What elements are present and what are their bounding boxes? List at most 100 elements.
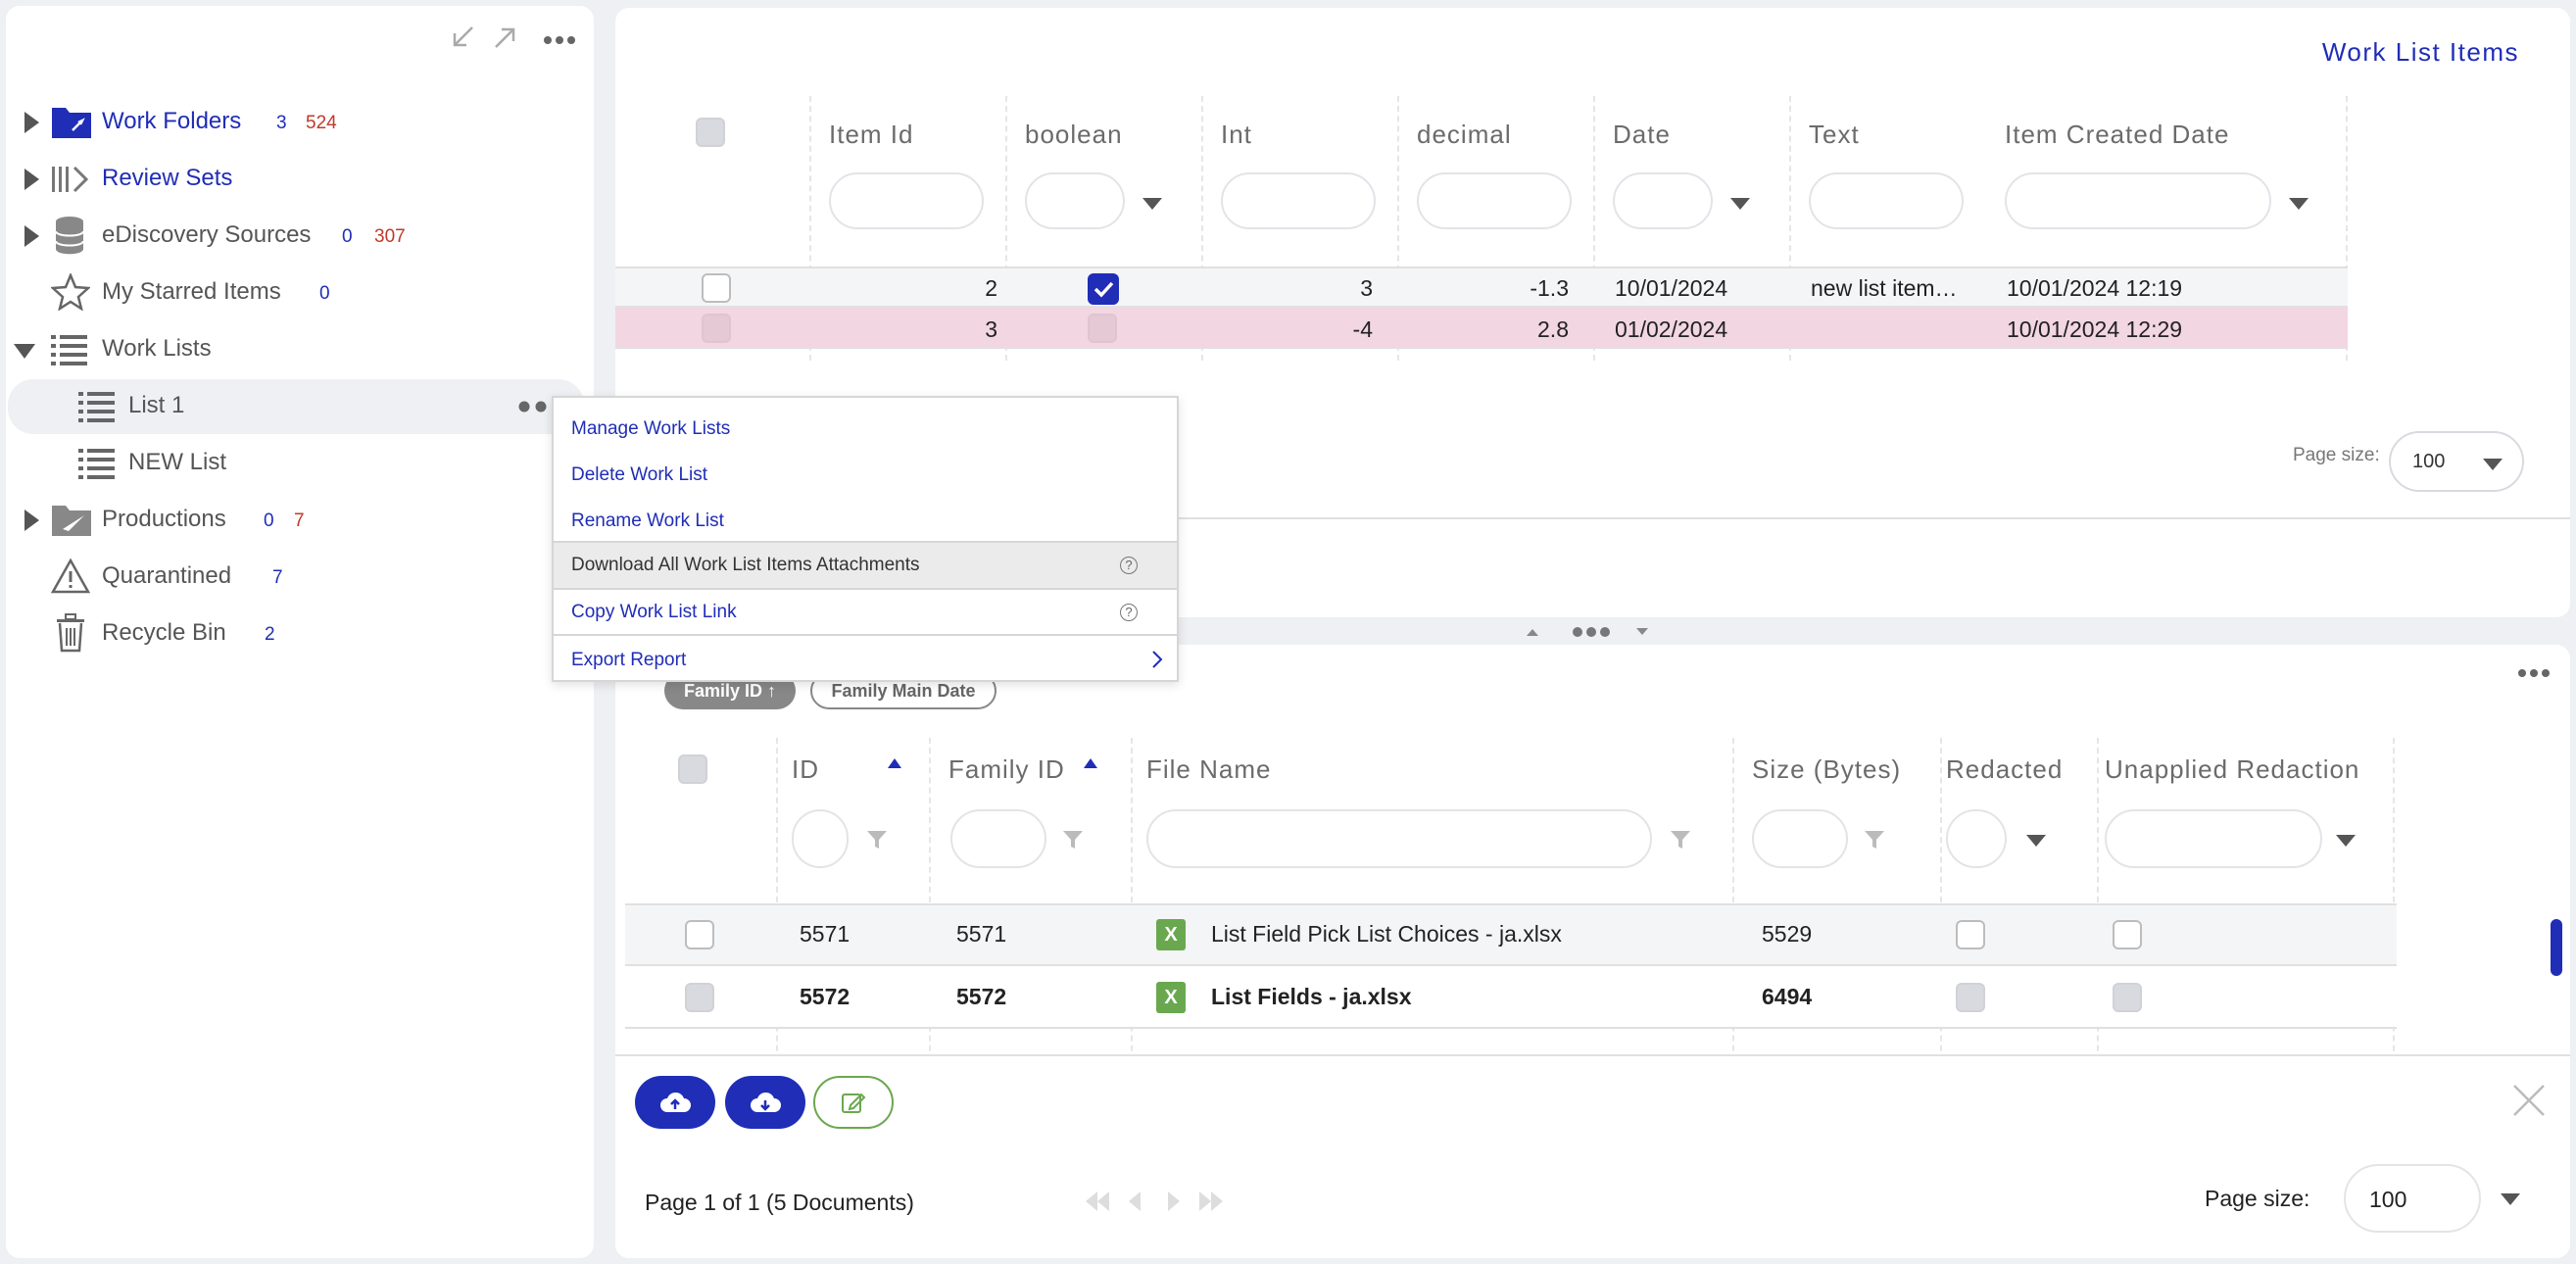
chevron-down-icon[interactable]: [1730, 198, 1750, 210]
download-button[interactable]: [725, 1076, 805, 1129]
upload-button[interactable]: [635, 1076, 715, 1129]
family-id-filter-input[interactable]: [950, 809, 1046, 868]
sidebar-item-work-folders[interactable]: Work Folders 3 524: [0, 95, 588, 150]
menu-item-label: Manage Work Lists: [571, 417, 731, 439]
trash-icon: [55, 613, 86, 653]
expand-caret-icon[interactable]: [24, 112, 39, 133]
file-name-filter-input[interactable]: [1146, 809, 1652, 868]
sidebar-item-label: Work Lists: [102, 335, 212, 362]
row-checkbox[interactable]: [702, 273, 731, 303]
column-header-redacted[interactable]: Redacted: [1946, 754, 2063, 785]
expand-caret-icon[interactable]: [24, 510, 39, 531]
menu-item-rename-work-list[interactable]: Rename Work List: [554, 498, 1177, 544]
sidebar-item-productions[interactable]: Productions 0 7: [0, 493, 588, 548]
text-filter-input[interactable]: [1809, 172, 1964, 229]
more-options-icon[interactable]: [543, 35, 576, 45]
created-date-filter-input[interactable]: [2005, 172, 2271, 229]
unapplied-redaction-checkbox: [2113, 920, 2142, 949]
boolean-filter-select[interactable]: [1025, 172, 1125, 229]
collapse-icon[interactable]: [449, 24, 476, 51]
row-checkbox[interactable]: [685, 920, 714, 949]
sidebar-item-quarantined[interactable]: Quarantined 7: [0, 550, 588, 605]
sidebar-item-work-lists[interactable]: Work Lists: [0, 322, 588, 377]
cell-size: 5529: [1762, 921, 1813, 947]
sort-ascending-icon[interactable]: [1084, 758, 1097, 768]
page-size-select[interactable]: 100: [2389, 431, 2524, 492]
cell-file-name[interactable]: List Field Pick List Choices - ja.xlsx: [1211, 921, 1562, 948]
date-filter-input[interactable]: [1613, 172, 1713, 229]
sidebar-item-starred[interactable]: My Starred Items 0: [0, 266, 588, 320]
pagination-controls[interactable]: [1084, 1188, 1231, 1215]
cell-int: -4: [1352, 316, 1373, 342]
column-header-item-id[interactable]: Item Id: [829, 120, 913, 150]
row-checkbox[interactable]: [702, 314, 731, 343]
expand-caret-icon[interactable]: [24, 225, 39, 247]
count-badge: 7: [272, 567, 283, 588]
decimal-filter-input[interactable]: [1417, 172, 1572, 229]
help-icon[interactable]: ?: [1120, 557, 1138, 574]
column-header-file-name[interactable]: File Name: [1146, 754, 1271, 785]
sort-ascending-icon[interactable]: [888, 758, 901, 768]
expand-caret-icon[interactable]: [24, 169, 39, 190]
star-icon: [51, 273, 90, 311]
column-header-decimal[interactable]: decimal: [1417, 120, 1512, 150]
count-badge: 0: [264, 510, 274, 531]
column-header-int[interactable]: Int: [1221, 120, 1252, 150]
column-header-unapplied-redaction[interactable]: Unapplied Redaction: [2105, 754, 2359, 785]
column-header-id[interactable]: ID: [792, 754, 819, 785]
menu-item-label: Export Report: [571, 649, 687, 670]
splitter-handle[interactable]: [1527, 623, 1648, 641]
item-id-filter-input[interactable]: [829, 172, 984, 229]
chevron-down-icon[interactable]: [2501, 1193, 2520, 1205]
column-header-size[interactable]: Size (Bytes): [1752, 754, 1901, 785]
more-options-icon[interactable]: [2517, 668, 2551, 678]
cell-file-name[interactable]: List Fields - ja.xlsx: [1211, 984, 1412, 1010]
sidebar-item-list-1[interactable]: List 1: [8, 379, 584, 434]
unapplied-redaction-filter-select[interactable]: [2105, 809, 2322, 868]
menu-item-copy-link[interactable]: Copy Work List Link ?: [554, 590, 1177, 636]
column-header-item-created-date[interactable]: Item Created Date: [2005, 120, 2229, 150]
expand-icon[interactable]: [492, 24, 519, 51]
edit-button[interactable]: [813, 1076, 894, 1129]
chevron-down-icon[interactable]: [2026, 835, 2046, 847]
redacted-filter-select[interactable]: [1946, 809, 2007, 868]
collapse-caret-icon[interactable]: [14, 344, 35, 359]
column-header-family-id[interactable]: Family ID: [948, 754, 1065, 785]
filter-icon[interactable]: [866, 829, 888, 851]
cell-created-date: 10/01/2024 12:29: [2007, 316, 2183, 342]
menu-item-download-attachments[interactable]: Download All Work List Items Attachments…: [554, 541, 1177, 590]
column-header-text[interactable]: Text: [1809, 120, 1860, 150]
menu-item-manage-work-lists[interactable]: Manage Work Lists: [554, 406, 1177, 452]
sidebar-item-review-sets[interactable]: Review Sets: [0, 152, 588, 207]
filter-icon[interactable]: [1864, 829, 1885, 851]
chevron-down-icon[interactable]: [2289, 198, 2309, 210]
sidebar-item-recycle-bin[interactable]: Recycle Bin 2: [0, 607, 588, 661]
select-all-checkbox[interactable]: [678, 754, 707, 784]
item-options-icon[interactable]: [517, 401, 551, 413]
row-checkbox[interactable]: [685, 983, 714, 1012]
column-header-date[interactable]: Date: [1613, 120, 1671, 150]
sort-chip-label: Family Main Date: [831, 680, 976, 701]
size-filter-input[interactable]: [1752, 809, 1848, 868]
productions-icon: [51, 502, 92, 537]
cell-id: 5572: [800, 984, 851, 1009]
scrollbar-thumb[interactable]: [2551, 919, 2562, 976]
filter-icon[interactable]: [1062, 829, 1084, 851]
close-icon[interactable]: [2512, 1084, 2546, 1117]
help-icon[interactable]: ?: [1120, 603, 1138, 621]
chevron-down-icon[interactable]: [2336, 835, 2356, 847]
count-badge: 2: [265, 624, 275, 645]
chevron-down-icon: [2483, 459, 2503, 470]
column-header-boolean[interactable]: boolean: [1025, 120, 1123, 150]
chevron-down-icon[interactable]: [1142, 198, 1162, 210]
sidebar-item-ediscovery-sources[interactable]: eDiscovery Sources 0 307: [0, 209, 588, 264]
menu-item-export-report[interactable]: Export Report: [554, 637, 1177, 683]
menu-item-delete-work-list[interactable]: Delete Work List: [554, 452, 1177, 498]
sidebar-item-new-list[interactable]: NEW List: [0, 436, 588, 491]
int-filter-input[interactable]: [1221, 172, 1376, 229]
id-filter-input[interactable]: [792, 809, 849, 868]
sort-chip-label: Family ID ↑: [683, 680, 777, 701]
filter-icon[interactable]: [1670, 829, 1691, 851]
select-all-checkbox[interactable]: [696, 118, 725, 147]
page-size-select[interactable]: 100: [2344, 1164, 2481, 1233]
